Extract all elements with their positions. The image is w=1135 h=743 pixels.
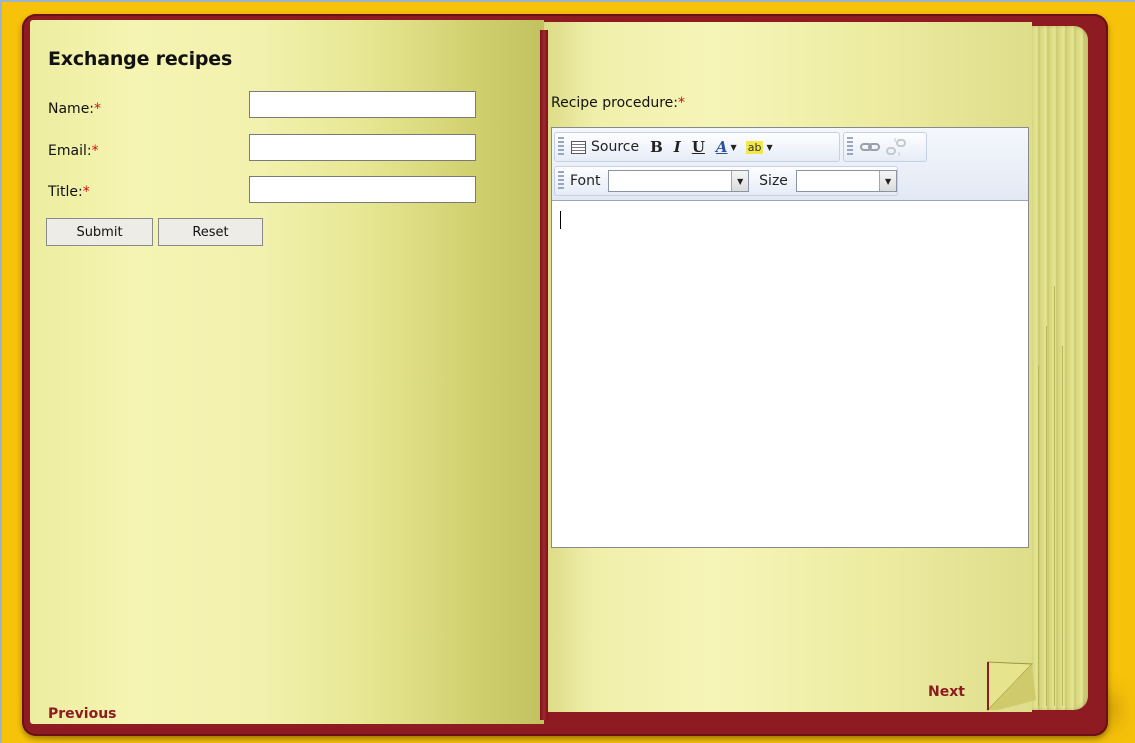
previous-link[interactable]: Previous [48, 706, 117, 722]
toolbar-grip [847, 137, 853, 157]
size-select[interactable]: ▼ [795, 170, 898, 192]
email-label: Email:* [48, 143, 99, 159]
rich-text-editor: Source B I U A ▼ ab ▼ Font ▼ Size ▼ [551, 127, 1029, 548]
submit-button[interactable]: Submit [46, 218, 153, 246]
required-mark: * [94, 101, 102, 117]
chevron-down-icon: ▼ [730, 142, 737, 152]
highlight-icon: ab [745, 140, 764, 154]
page-title: Exchange recipes [48, 48, 233, 70]
required-mark: * [82, 184, 90, 200]
toolbar-group-links [843, 132, 927, 162]
required-mark: * [91, 143, 99, 159]
source-icon [571, 140, 586, 154]
next-link[interactable]: Next [928, 684, 965, 700]
editor-toolbar: Source B I U A ▼ ab ▼ Font ▼ Size ▼ [552, 128, 1028, 201]
size-label: Size [759, 173, 788, 189]
name-label: Name:* [48, 101, 102, 117]
recipe-procedure-label: Recipe procedure:* [551, 95, 685, 111]
page-curl-next[interactable] [984, 660, 1040, 712]
bold-button[interactable]: B [650, 135, 663, 159]
left-page [30, 20, 544, 724]
chevron-down-icon: ▼ [731, 171, 749, 191]
font-select[interactable]: ▼ [608, 170, 750, 192]
chevron-down-icon: ▼ [879, 171, 897, 191]
link-icon[interactable] [860, 135, 880, 159]
text-color-button[interactable]: A ▼ [716, 135, 737, 159]
highlight-color-button[interactable]: ab ▼ [745, 135, 773, 159]
toolbar-group-fonts: Font ▼ Size ▼ [554, 166, 898, 196]
font-label: Font [569, 173, 601, 189]
unlink-icon[interactable] [886, 135, 906, 159]
email-input[interactable] [249, 134, 476, 161]
required-mark: * [678, 95, 685, 111]
underline-button[interactable]: U [692, 135, 705, 159]
reset-button[interactable]: Reset [158, 218, 263, 246]
page-edges [1032, 26, 1088, 710]
toolbar-grip [558, 171, 564, 191]
italic-button[interactable]: I [674, 135, 681, 159]
toolbar-grip [558, 137, 564, 157]
toolbar-group-formatting: Source B I U A ▼ ab ▼ [554, 132, 840, 162]
name-input[interactable] [249, 91, 476, 118]
text-cursor [560, 211, 561, 229]
source-button[interactable]: Source [571, 135, 639, 159]
title-input[interactable] [249, 176, 476, 203]
chevron-down-icon: ▼ [766, 142, 773, 152]
editor-content-area[interactable] [552, 201, 1028, 547]
book-spine [540, 30, 548, 720]
title-label: Title:* [48, 184, 90, 200]
text-color-icon: A [715, 138, 728, 156]
